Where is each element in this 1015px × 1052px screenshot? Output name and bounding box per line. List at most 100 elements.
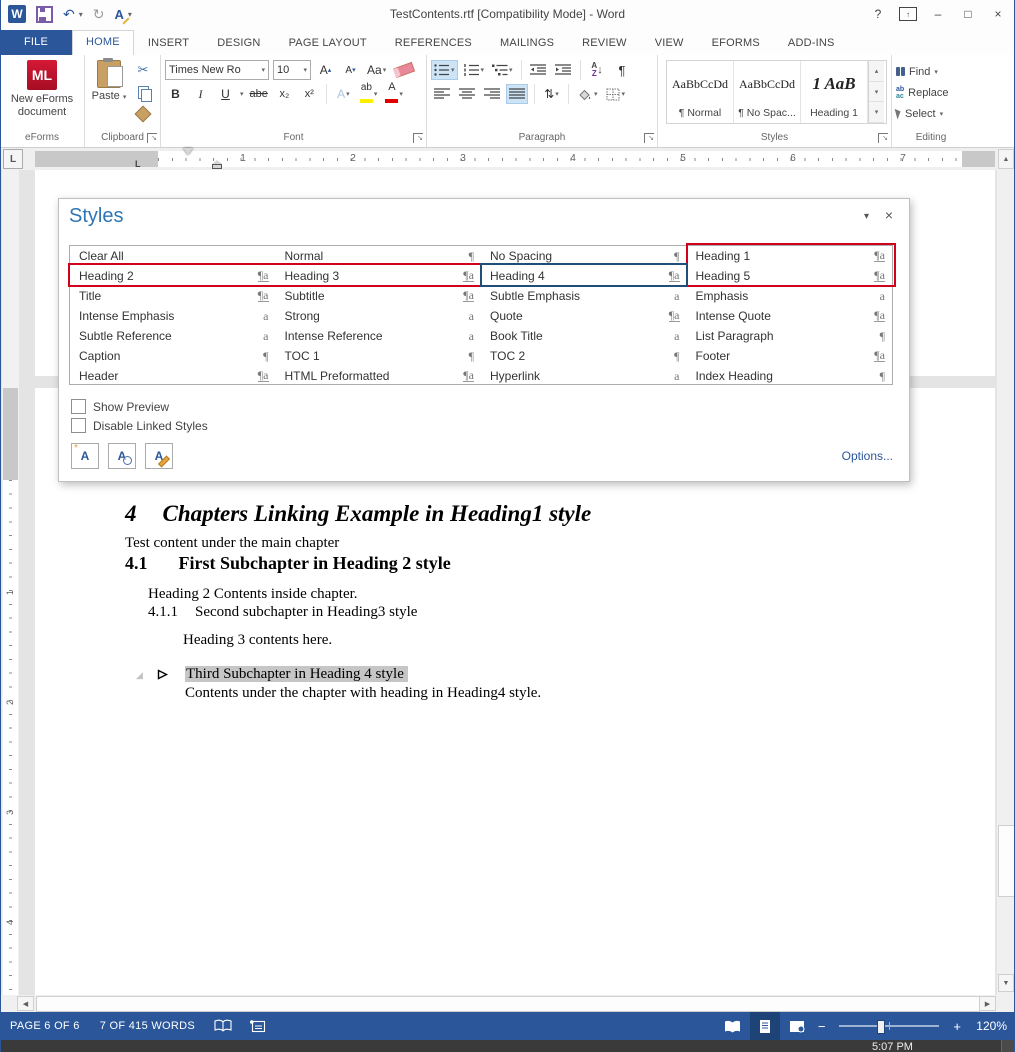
zoom-slider-thumb[interactable]	[877, 1020, 885, 1034]
italic-button[interactable]: I	[190, 84, 211, 104]
grow-font-button[interactable]: A▴	[315, 60, 336, 80]
style-item-title[interactable]: Title¶a	[70, 286, 276, 306]
multilevel-list-button[interactable]: ▾	[490, 60, 515, 80]
horizontal-scrollbar[interactable]: ◀ ▶	[0, 995, 1015, 1012]
tab-mailings[interactable]: MAILINGS	[486, 32, 568, 55]
style-gallery-item-heading1[interactable]: 1 AaB Heading 1	[801, 61, 868, 123]
tab-file[interactable]: FILE	[0, 30, 72, 55]
style-item-hyperlink[interactable]: Hyperlinka	[481, 366, 687, 386]
align-right-button[interactable]	[481, 84, 502, 104]
zoom-out-button[interactable]: −	[814, 1019, 830, 1034]
ribbon-display-options-button[interactable]: ↑	[895, 3, 921, 25]
show-desktop-button[interactable]	[1001, 1040, 1015, 1052]
style-gallery-item-no-spacing[interactable]: AaBbCcDd ¶ No Spac...	[734, 61, 801, 123]
borders-button[interactable]: ▾	[604, 84, 628, 104]
find-button[interactable]: Find▾	[896, 61, 966, 82]
tab-references[interactable]: REFERENCES	[381, 32, 486, 55]
heading4-line[interactable]: Third Subchapter in Heading 4 style	[185, 666, 408, 683]
style-item-strong[interactable]: Stronga	[276, 306, 482, 326]
macro-recording-button[interactable]	[241, 1020, 275, 1033]
disable-linked-styles-checkbox[interactable]: Disable Linked Styles	[71, 418, 208, 433]
maximize-button[interactable]: □	[955, 3, 981, 25]
tab-insert[interactable]: INSERT	[134, 32, 203, 55]
minimize-button[interactable]: –	[925, 3, 951, 25]
horizontal-scroll-thumb[interactable]	[36, 996, 980, 1012]
tab-stop-marker[interactable]: L	[135, 159, 141, 169]
show-hide-pilcrow-button[interactable]: ¶	[612, 60, 633, 80]
tab-view[interactable]: VIEW	[641, 32, 698, 55]
scroll-right-button[interactable]: ▶	[979, 996, 996, 1011]
select-button[interactable]: Select▾	[896, 103, 966, 124]
show-preview-checkbox[interactable]: Show Preview	[71, 399, 169, 414]
zoom-in-button[interactable]: +	[949, 1019, 965, 1034]
tab-eforms[interactable]: EFORMS	[698, 32, 774, 55]
body-line-2[interactable]: Heading 2 Contents inside chapter.	[148, 586, 358, 603]
manage-styles-button[interactable]: A	[145, 443, 173, 469]
style-item-heading-2[interactable]: Heading 2¶a	[70, 266, 276, 286]
tab-review[interactable]: REVIEW	[568, 32, 641, 55]
first-line-indent-marker[interactable]	[183, 148, 193, 155]
body-line-4[interactable]: Contents under the chapter with heading …	[185, 685, 541, 702]
superscript-button[interactable]: x²	[299, 84, 320, 104]
line-spacing-button[interactable]: ⇅▾	[541, 84, 562, 104]
copy-button[interactable]	[132, 82, 154, 102]
font-color-button[interactable]: A▾	[383, 84, 405, 104]
style-item-subtle-emphasis[interactable]: Subtle Emphasisa	[481, 286, 687, 306]
font-size-combo[interactable]: 10▾	[273, 60, 311, 80]
style-gallery-item-normal[interactable]: AaBbCcDd ¶ Normal	[667, 61, 734, 123]
tab-home[interactable]: HOME	[72, 30, 134, 55]
tab-page-layout[interactable]: PAGE LAYOUT	[275, 32, 381, 55]
style-item-toc-2[interactable]: TOC 2¶	[481, 346, 687, 366]
gallery-scroll-up[interactable]: ▴	[869, 61, 884, 82]
styles-pane-menu-icon[interactable]: ▾	[864, 211, 869, 222]
read-mode-button[interactable]	[718, 1012, 748, 1040]
word-count[interactable]: 7 OF 415 WORDS	[90, 1020, 205, 1032]
increase-indent-button[interactable]	[553, 60, 574, 80]
change-case-button[interactable]: Aa▾	[365, 60, 388, 80]
font-name-combo[interactable]: Times New Ro▾	[165, 60, 269, 80]
scroll-down-button[interactable]: ▼	[998, 974, 1014, 992]
tab-design[interactable]: DESIGN	[203, 32, 274, 55]
proofing-status-button[interactable]	[205, 1019, 241, 1033]
style-item-quote[interactable]: Quote¶a	[481, 306, 687, 326]
styles-pane-close-icon[interactable]: ×	[885, 207, 893, 223]
checkbox-icon[interactable]	[71, 418, 86, 433]
left-indent-marker[interactable]	[212, 160, 222, 170]
heading3-line[interactable]: 4.1.1Second subchapter in Heading3 style	[148, 604, 417, 621]
bullets-button[interactable]: ▾	[431, 60, 458, 80]
style-item-subtitle[interactable]: Subtitle¶a	[276, 286, 482, 306]
scroll-up-button[interactable]: ▲	[998, 149, 1014, 169]
cut-button[interactable]: ✂	[132, 60, 154, 80]
style-item-heading-3[interactable]: Heading 3¶a	[276, 266, 482, 286]
style-item-subtle-reference[interactable]: Subtle Referencea	[70, 326, 276, 346]
sort-button[interactable]: AZ↓	[587, 60, 608, 80]
checkbox-icon[interactable]	[71, 399, 86, 414]
highlight-button[interactable]: ab▾	[358, 84, 380, 104]
replace-button[interactable]: abacReplace	[896, 82, 966, 103]
paragraph-dialog-launcher[interactable]: ↘	[644, 133, 654, 143]
style-item-toc-1[interactable]: TOC 1¶	[276, 346, 482, 366]
page-indicator[interactable]: PAGE 6 OF 6	[0, 1020, 90, 1032]
style-item-emphasis[interactable]: Emphasisa	[687, 286, 893, 306]
new-style-button[interactable]: *A	[71, 443, 99, 469]
style-item-no-spacing[interactable]: No Spacing¶	[481, 246, 687, 266]
clipboard-dialog-launcher[interactable]: ↘	[147, 133, 157, 143]
body-line-3[interactable]: Heading 3 contents here.	[183, 632, 332, 649]
style-item-index-heading[interactable]: Index Heading¶	[687, 366, 893, 386]
decrease-indent-button[interactable]	[528, 60, 549, 80]
print-layout-button[interactable]	[750, 1012, 780, 1040]
style-item-heading-4[interactable]: Heading 4¶a	[481, 266, 687, 286]
vertical-scroll-thumb[interactable]	[998, 825, 1015, 897]
underline-button[interactable]: U	[215, 84, 236, 104]
scroll-left-button[interactable]: ◀	[17, 996, 34, 1011]
vertical-scrollbar[interactable]: ▲ ▼	[997, 148, 1015, 995]
zoom-slider[interactable]	[839, 1025, 939, 1027]
style-item-intense-reference[interactable]: Intense Referencea	[276, 326, 482, 346]
style-item-caption[interactable]: Caption¶	[70, 346, 276, 366]
format-painter-button[interactable]	[132, 104, 154, 124]
style-item-heading-5[interactable]: Heading 5¶a	[687, 266, 893, 286]
shading-button[interactable]: ▾	[575, 84, 600, 104]
collapse-heading-icon[interactable]: ◢	[136, 670, 143, 681]
tab-add-ins[interactable]: ADD-INS	[774, 32, 849, 55]
gallery-expand[interactable]: ▾	[869, 102, 884, 123]
